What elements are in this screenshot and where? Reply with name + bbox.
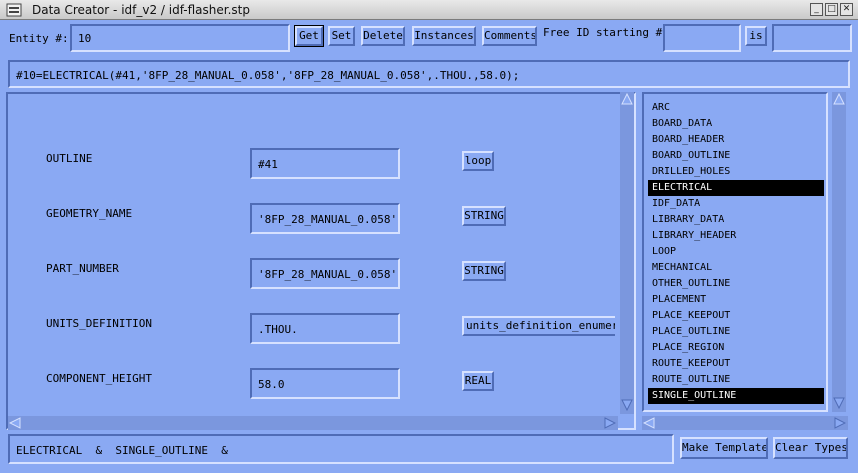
list-item[interactable]: SINGLE_OUTLINE: [648, 388, 824, 404]
list-item[interactable]: LOOP: [648, 244, 824, 260]
types-vertical-scrollbar[interactable]: [832, 92, 846, 412]
selected-types-field[interactable]: ELECTRICAL & SINGLE_OUTLINE &: [8, 434, 674, 464]
scroll-down-arrow-icon[interactable]: [621, 399, 633, 411]
list-item[interactable]: PLACE_REGION: [648, 340, 824, 356]
get-button[interactable]: Get: [294, 25, 324, 47]
data-creator-window: Data Creator - idf_v2 / idf-flasher.stp …: [0, 0, 858, 473]
list-item[interactable]: MECHANICAL: [648, 260, 824, 276]
set-button[interactable]: Set: [328, 26, 355, 46]
attribute-value-component-height[interactable]: 58.0: [250, 368, 400, 399]
list-item[interactable]: BOARD_DATA: [648, 116, 824, 132]
close-icon[interactable]: ✕: [840, 3, 853, 16]
scroll-left-arrow-icon[interactable]: [643, 417, 655, 429]
free-id-input[interactable]: [663, 24, 741, 52]
scroll-right-arrow-icon[interactable]: [834, 417, 846, 429]
scroll-up-arrow-icon[interactable]: [621, 93, 633, 105]
attribute-horizontal-scrollbar[interactable]: [8, 416, 618, 430]
attribute-name-component-height: COMPONENT_HEIGHT: [46, 372, 152, 385]
attribute-name-part-number: PART_NUMBER: [46, 262, 119, 275]
scroll-down-arrow-icon[interactable]: [833, 397, 845, 409]
list-item[interactable]: PLACE_KEEPOUT: [648, 308, 824, 324]
attribute-type-geometry-name[interactable]: STRING: [462, 206, 506, 226]
list-item[interactable]: LIBRARY_HEADER: [648, 228, 824, 244]
attribute-value-outline[interactable]: #41: [250, 148, 400, 179]
is-button[interactable]: is: [745, 26, 767, 46]
list-item[interactable]: ROUTE_OUTLINE: [648, 372, 824, 388]
attribute-name-outline: OUTLINE: [46, 152, 93, 165]
scroll-right-arrow-icon[interactable]: [604, 417, 616, 429]
list-item[interactable]: IDF_DATA: [648, 196, 824, 212]
record-text-field[interactable]: #10=ELECTRICAL(#41,'8FP_28_MANUAL_0.058'…: [8, 60, 850, 88]
title-bar[interactable]: Data Creator - idf_v2 / idf-flasher.stp …: [0, 0, 858, 20]
delete-button[interactable]: Delete: [361, 26, 405, 46]
scroll-up-arrow-icon[interactable]: [833, 93, 845, 105]
attribute-name-geometry-name: GEOMETRY_NAME: [46, 207, 133, 220]
types-list: ARC BOARD_DATA BOARD_HEADER BOARD_OUTLINE DR…: [648, 100, 824, 404]
list-item[interactable]: ARC: [648, 100, 824, 116]
attribute-name-units-definition: UNITS_DEFINITION: [46, 317, 152, 330]
list-item[interactable]: ELECTRICAL: [648, 180, 824, 196]
list-item[interactable]: ROUTE_KEEPOUT: [648, 356, 824, 372]
attribute-type-outline[interactable]: loop: [462, 151, 494, 171]
types-horizontal-scrollbar[interactable]: [642, 416, 848, 430]
list-item[interactable]: OTHER_OUTLINE: [648, 276, 824, 292]
entity-number-input[interactable]: 10: [70, 24, 290, 52]
free-id-label: Free ID starting #:: [543, 26, 669, 39]
types-listbox[interactable]: ARC BOARD_DATA BOARD_HEADER BOARD_OUTLINE DR…: [642, 92, 828, 412]
attribute-type-component-height[interactable]: REAL: [462, 371, 494, 391]
attribute-value-part-number[interactable]: '8FP_28_MANUAL_0.058': [250, 258, 400, 289]
attribute-vertical-scrollbar[interactable]: [620, 92, 634, 414]
comments-button[interactable]: Comments: [482, 26, 537, 46]
list-item[interactable]: DRILLED_HOLES: [648, 164, 824, 180]
clear-types-button[interactable]: Clear Types: [773, 437, 848, 459]
window-title: Data Creator - idf_v2 / idf-flasher.stp: [32, 3, 250, 17]
list-item[interactable]: LIBRARY_DATA: [648, 212, 824, 228]
list-item[interactable]: BOARD_OUTLINE: [648, 148, 824, 164]
maximize-icon[interactable]: □: [825, 3, 838, 16]
list-item[interactable]: PLACE_OUTLINE: [648, 324, 824, 340]
attribute-value-geometry-name[interactable]: '8FP_28_MANUAL_0.058': [250, 203, 400, 234]
instances-button[interactable]: Instances: [412, 26, 476, 46]
list-item[interactable]: BOARD_HEADER: [648, 132, 824, 148]
attribute-value-units-definition[interactable]: .THOU.: [250, 313, 400, 344]
attribute-type-part-number[interactable]: STRING: [462, 261, 506, 281]
scroll-left-arrow-icon[interactable]: [9, 417, 21, 429]
entity-label: Entity #:: [9, 32, 69, 45]
attribute-type-units-definition[interactable]: units_definition_enumerat: [462, 316, 615, 336]
list-item[interactable]: PLACEMENT: [648, 292, 824, 308]
window-menu-icon[interactable]: [6, 3, 22, 17]
minimize-icon[interactable]: _: [810, 3, 823, 16]
make-template-button[interactable]: Make Template: [680, 437, 768, 459]
is-value-field[interactable]: [772, 24, 852, 52]
